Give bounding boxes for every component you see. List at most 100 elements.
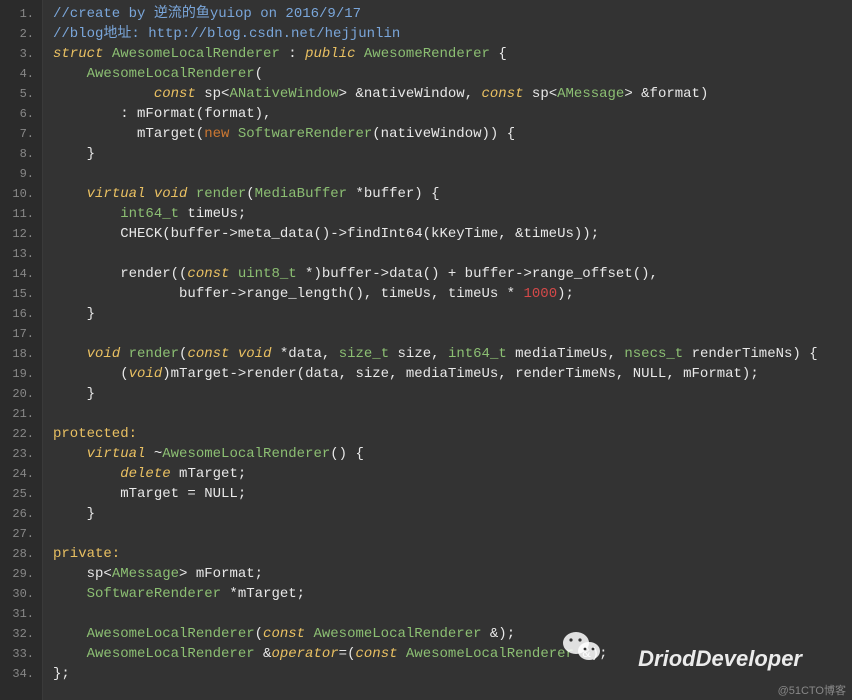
- code-token: render((: [53, 266, 187, 282]
- code-token: sp<: [196, 86, 230, 102]
- code-token: AwesomeLocalRenderer: [87, 646, 255, 662]
- code-token: (: [255, 626, 263, 642]
- code-line: int64_t timeUs;: [53, 204, 852, 224]
- code-token: [53, 346, 87, 362]
- code-token: {: [490, 46, 507, 62]
- line-number: 23.: [4, 444, 34, 464]
- line-number: 3.: [4, 44, 34, 64]
- code-token: timeUs;: [179, 206, 246, 222]
- line-number: 29.: [4, 564, 34, 584]
- code-line: [53, 244, 852, 264]
- code-token: buffer->range_length(), timeUs, timeUs *: [53, 286, 523, 302]
- code-token: protected:: [53, 426, 137, 442]
- code-token: SoftwareRenderer: [87, 586, 221, 602]
- code-token: render: [196, 186, 246, 202]
- code-line: render((const uint8_t *)buffer->data() +…: [53, 264, 852, 284]
- code-line: AwesomeLocalRenderer(const AwesomeLocalR…: [53, 624, 852, 644]
- code-token: [53, 86, 154, 102]
- line-number: 17.: [4, 324, 34, 344]
- code-token: uint8_t: [238, 266, 297, 282]
- code-line: : mFormat(format),: [53, 104, 852, 124]
- code-token: *)buffer->data() + buffer->range_offset(…: [297, 266, 658, 282]
- code-line: (void)mTarget->render(data, size, mediaT…: [53, 364, 852, 384]
- attribution-text: @51CTO博客: [778, 682, 846, 698]
- code-line: mTarget(new SoftwareRenderer(nativeWindo…: [53, 124, 852, 144]
- code-token: (: [53, 366, 129, 382]
- code-token: ~: [145, 446, 162, 462]
- line-number: 1.: [4, 4, 34, 24]
- code-token: sp<: [524, 86, 558, 102]
- code-token: > &nativeWindow,: [339, 86, 482, 102]
- code-line: delete mTarget;: [53, 464, 852, 484]
- code-token: virtual: [87, 446, 146, 462]
- code-token: //blog地址: http://blog.csdn.net/hejjunlin: [53, 26, 400, 42]
- code-area: //create by 逆流的鱼yuiop on 2016/9/17//blog…: [43, 0, 852, 700]
- code-token: }: [53, 146, 95, 162]
- code-token: mediaTimeUs,: [507, 346, 625, 362]
- code-token: private:: [53, 546, 120, 562]
- code-token: [229, 126, 237, 142]
- code-token: const: [187, 346, 229, 362]
- code-token: AwesomeLocalRenderer: [112, 46, 280, 62]
- code-line: }: [53, 144, 852, 164]
- code-token: const: [355, 646, 397, 662]
- code-token: AwesomeLocalRenderer: [87, 66, 255, 82]
- code-line: }: [53, 384, 852, 404]
- code-token: [53, 646, 87, 662]
- code-token: [53, 586, 87, 602]
- line-number: 18.: [4, 344, 34, 364]
- code-token: 1000: [523, 286, 557, 302]
- code-token: CHECK(buffer->meta_data()->findInt64(kKe…: [53, 226, 599, 242]
- code-token: operator: [271, 646, 338, 662]
- code-token: [356, 46, 364, 62]
- line-number: 27.: [4, 524, 34, 544]
- code-token: [229, 266, 237, 282]
- code-token: [53, 186, 87, 202]
- code-line: [53, 404, 852, 424]
- wechat-icon: [562, 629, 602, 672]
- code-token: render: [129, 346, 179, 362]
- line-number: 32.: [4, 624, 34, 644]
- code-token: [229, 346, 237, 362]
- line-number: 33.: [4, 644, 34, 664]
- code-token: (: [246, 186, 254, 202]
- code-editor: 1.2.3.4.5.6.7.8.9.10.11.12.13.14.15.16.1…: [0, 0, 852, 700]
- code-token: size,: [389, 346, 448, 362]
- line-number: 30.: [4, 584, 34, 604]
- code-line: virtual void render(MediaBuffer *buffer)…: [53, 184, 852, 204]
- code-token: int64_t: [120, 206, 179, 222]
- code-token: virtual: [87, 186, 146, 202]
- code-token: const: [154, 86, 196, 102]
- code-token: }: [53, 506, 95, 522]
- code-token: mTarget = NULL;: [53, 486, 246, 502]
- line-number: 10.: [4, 184, 34, 204]
- code-token: : mFormat(format),: [53, 106, 271, 122]
- line-number: 22.: [4, 424, 34, 444]
- code-token: AMessage: [557, 86, 624, 102]
- code-line: private:: [53, 544, 852, 564]
- code-token: [53, 206, 120, 222]
- code-line: protected:: [53, 424, 852, 444]
- code-token: (nativeWindow)) {: [372, 126, 515, 142]
- code-token: int64_t: [448, 346, 507, 362]
- code-line: }: [53, 304, 852, 324]
- code-token: AMessage: [112, 566, 179, 582]
- line-number: 11.: [4, 204, 34, 224]
- line-number: 7.: [4, 124, 34, 144]
- code-token: void: [129, 366, 163, 382]
- line-number: 20.: [4, 384, 34, 404]
- code-token: [187, 186, 195, 202]
- code-token: sp<: [53, 566, 112, 582]
- code-token: [53, 166, 61, 182]
- code-line: [53, 324, 852, 344]
- code-line: //blog地址: http://blog.csdn.net/hejjunlin: [53, 24, 852, 44]
- line-number: 21.: [4, 404, 34, 424]
- code-token: };: [53, 666, 70, 682]
- code-token: AwesomeLocalRenderer: [87, 626, 255, 642]
- code-token: > &format): [624, 86, 708, 102]
- code-token: size_t: [339, 346, 389, 362]
- code-token: SoftwareRenderer: [238, 126, 372, 142]
- code-token: [398, 646, 406, 662]
- watermark-brand: DriodDeveloper: [638, 646, 802, 672]
- line-number: 14.: [4, 264, 34, 284]
